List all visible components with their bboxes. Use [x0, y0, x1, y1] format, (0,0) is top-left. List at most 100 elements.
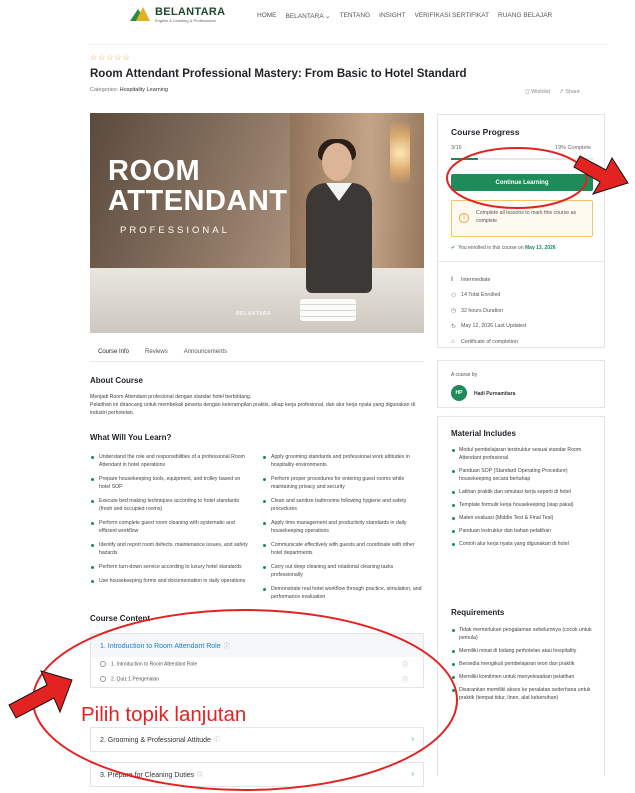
meta-duration: ◷ 32 hours Duration [451, 303, 526, 319]
tabs-divider [90, 361, 424, 362]
enrolled-text: You enrolled in this course on [458, 245, 524, 251]
wishlist-button[interactable]: ◻ Wishlist [525, 89, 550, 95]
meta-text: 32 hours Duration [461, 307, 504, 314]
completion-notice: ! Complete all lessons to mark this cour… [451, 200, 593, 237]
topic-3-header[interactable]: 3. Prepare for Cleaning Duties ⓘ › [91, 763, 423, 786]
certificate-icon: ⌂ [451, 338, 455, 345]
quiz-icon [100, 676, 106, 683]
course-meta-list: ‖ Intermediate ⚇ 14 Total Enrolled ◷ 32 hou… [451, 272, 526, 350]
meta-text: Certificate of completion [461, 338, 518, 345]
chevron-up-icon: ⌃ [408, 642, 414, 650]
wishlist-label: Wishlist [531, 89, 551, 95]
requirement-item: Tidak memerlukan pengalaman sebelumnya (… [451, 626, 596, 642]
requirement-item: Memiliki minat di bidang perhotelan atau… [451, 647, 596, 655]
level-icon: ‖ [451, 276, 454, 283]
progress-heading: Course Progress [451, 127, 520, 137]
material-item: Materi evaluasi (Middle Test & Final Tes… [451, 514, 596, 522]
learn-item: Communicate effectively with guests and … [262, 541, 422, 557]
about-text: Menjadi Room Attendant profesional denga… [90, 393, 425, 417]
students-icon: ⚇ [451, 292, 457, 299]
learn-item: Perform turn-down service according to l… [90, 563, 250, 571]
nav-belantara[interactable]: BELANTARA ⌄ [286, 12, 331, 20]
topic-3[interactable]: 3. Prepare for Cleaning Duties ⓘ › [90, 762, 424, 787]
chevron-right-icon: › [411, 736, 414, 743]
meta-level: ‖ Intermediate [451, 272, 526, 288]
progress-percent: 19% Complete [554, 145, 591, 151]
learn-item: Apply grooming standards and professiona… [262, 453, 422, 469]
lesson-item[interactable]: 1. Introduction to Room Attendant Role ⓘ [91, 657, 423, 672]
topic-2-header[interactable]: 2. Grooming & Professional Attitude ⓘ › [91, 728, 423, 751]
course-thumbnail: ROOM ATTENDANT PROFESSIONAL BELANTARA [90, 113, 424, 333]
notice-text: Complete all lessons to mark this course… [476, 210, 577, 224]
material-item: Modul pembelajaran terstruktur sesuai st… [451, 446, 596, 462]
learn-item: Use housekeeping forms and documentation… [90, 577, 250, 585]
about-line2: Pelatihan ini dirancang untuk membekali … [90, 402, 415, 416]
author-name[interactable]: Hadi Purnamitara [474, 391, 515, 397]
topic-title: 1. Introduction to Room Attendant Role [100, 643, 221, 650]
learn-item: Perform complete guest room cleaning wit… [90, 519, 250, 535]
nav-tentang[interactable]: TENTANG [340, 12, 371, 20]
nav-verifikasi[interactable]: VERIFIKASI SERTIFIKAT [415, 12, 490, 20]
meta-text: 14 Total Enrolled [461, 292, 501, 299]
check-badge-icon: ✔ [451, 245, 456, 251]
clock-icon: ◷ [451, 308, 457, 315]
main-nav: HOME BELANTARA ⌄ TENTANG INSIGHT VERIFIK… [257, 12, 552, 20]
topic-2[interactable]: 2. Grooming & Professional Attitude ⓘ › [90, 727, 424, 752]
refresh-icon: ↻ [451, 323, 457, 330]
material-item: Latihan praktik dan simulasi kerja seper… [451, 488, 596, 496]
lesson-title: 2. Quiz 1 Pengenalan [111, 676, 160, 683]
material-item: Contoh alur kerja nyata yang digunakan d… [451, 540, 596, 548]
learn-heading: What Will You Learn? [90, 433, 172, 442]
course-content-heading: Course Content [90, 614, 150, 623]
learn-item: Apply time management and productivity s… [262, 519, 422, 535]
course-actions: ◻ Wishlist ↗ Share [525, 89, 580, 95]
continue-learning-button[interactable]: Continue Learning [451, 174, 593, 191]
info-icon: ⓘ [223, 644, 230, 650]
lesson-item[interactable]: 2. Quiz 1 Pengenalan ⓘ [91, 672, 423, 687]
course-title: Room Attendant Professional Mastery: Fro… [90, 68, 467, 80]
nav-insight[interactable]: INSIGHT [379, 12, 405, 20]
brand-tagline: English & Learning & Professional [155, 17, 216, 23]
tab-course-info[interactable]: Course Info [90, 346, 138, 362]
hero-subtitle: PROFESSIONAL [120, 225, 230, 236]
avatar[interactable]: HP [451, 385, 467, 401]
material-item: Panduan instruktur dan bahan pelatihan [451, 527, 596, 535]
author-label: A course by [451, 372, 478, 378]
learn-item: Perform proper procedures for entering g… [262, 475, 422, 491]
meta-updated: ↻ May 12, 2026 Last Updated [451, 319, 526, 335]
requirements-list: Tidak memerlukan pengalaman sebelumnya (… [451, 626, 596, 707]
share-button[interactable]: ↗ Share [559, 89, 580, 95]
progress-divider [438, 261, 604, 262]
learn-item: Execute bed making techniques according … [90, 497, 250, 513]
categories-label: Categories: [90, 87, 119, 93]
progress-bar-fill [451, 158, 478, 160]
site-logo[interactable]: BELANTARA English & Learning & Professio… [130, 5, 225, 23]
topic-1: 1. Introduction to Room Attendant Role ⓘ … [90, 633, 424, 688]
header-divider [88, 44, 608, 45]
learn-item: Carry out deep cleaning and rotational c… [262, 563, 422, 579]
materials-card: Material Includes Modul pembelajaran ter… [437, 416, 605, 776]
nav-home[interactable]: HOME [257, 12, 277, 20]
about-heading: About Course [90, 376, 143, 385]
chevron-right-icon: › [411, 771, 414, 778]
learn-list-right: Apply grooming standards and professiona… [262, 453, 422, 607]
requirement-item: Memiliki komitmen untuk menyelesaikan pe… [451, 673, 596, 681]
learn-list-left: Understand the role and responsibilities… [90, 453, 250, 591]
rating-stars[interactable]: ☆☆☆☆☆ [90, 53, 131, 62]
tab-reviews[interactable]: Reviews [137, 346, 176, 362]
topic-1-header[interactable]: 1. Introduction to Room Attendant Role ⓘ … [91, 634, 423, 657]
about-line1: Menjadi Room Attendant profesional denga… [90, 394, 252, 400]
category-link[interactable]: Hospitality Learning [120, 87, 168, 93]
warning-icon: ! [459, 213, 469, 223]
meta-text: May 12, 2026 Last Updated [461, 323, 527, 330]
topic-title: 2. Grooming & Professional Attitude [100, 737, 211, 744]
tab-announcements[interactable]: Announcements [176, 346, 235, 362]
nav-ruang-belajar[interactable]: RUANG BELAJAR [498, 12, 552, 20]
attendant-figure [300, 139, 378, 303]
requirement-item: Disarankan memiliki akses ke peralatan s… [451, 686, 596, 702]
progress-count: 3/16 [451, 145, 462, 151]
requirement-item: Bersedia mengikuti pembelajaran teori da… [451, 660, 596, 668]
material-item: Panduan SOP (Standard Operating Procedur… [451, 467, 596, 483]
info-icon: ⓘ [401, 663, 408, 669]
materials-heading: Material Includes [451, 429, 516, 438]
